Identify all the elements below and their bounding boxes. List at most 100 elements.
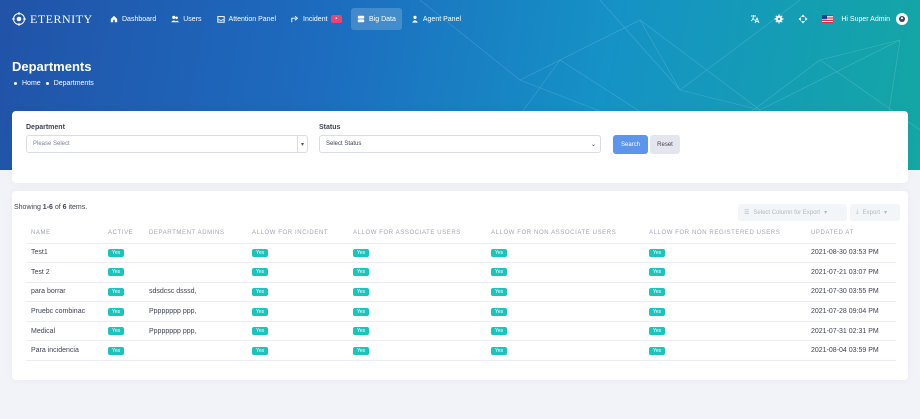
- cell-admins: sdsdcsc dsssd,: [144, 282, 247, 303]
- col-header[interactable]: UPDATED AT: [806, 224, 896, 244]
- status-badge: Yes: [353, 307, 370, 316]
- cell-updated: 2021-07-21 03:07 PM: [806, 262, 896, 283]
- table-row[interactable]: para borrar Yes sdsdcsc dsssd, Yes Yes Y…: [26, 282, 896, 303]
- status-badge: Yes: [108, 307, 125, 316]
- status-badge: Yes: [252, 327, 269, 336]
- cell-admins: Pppppppp ppp,: [144, 301, 247, 322]
- cell-name: Pruebc combinac: [26, 301, 103, 322]
- export-label: Export: [862, 209, 880, 216]
- cell-name: Para incidencia: [26, 340, 103, 362]
- database-icon: [357, 15, 365, 23]
- status-badge: Yes: [649, 268, 666, 277]
- nav-incident[interactable]: Incident ▪: [285, 8, 348, 30]
- status-badge: Yes: [491, 327, 508, 336]
- page-title: Departments: [12, 59, 92, 74]
- nav-big-data-label: Big Data: [369, 15, 396, 23]
- table-row[interactable]: Pruebc combinac Yes Pppppppp ppp, Yes Ye…: [26, 301, 896, 322]
- cell-updated: 2021-08-04 03:59 PM: [806, 340, 896, 362]
- breadcrumb-current: Departments: [53, 80, 94, 87]
- col-header[interactable]: ACTIVE: [103, 224, 144, 244]
- nav-incident-label: Incident: [303, 15, 328, 23]
- status-badge: Yes: [252, 248, 269, 257]
- summary-prefix: Showing: [14, 204, 43, 211]
- status-badge: Yes: [353, 346, 370, 355]
- status-badge: Yes: [491, 307, 508, 316]
- settings-gear-icon[interactable]: [773, 13, 785, 25]
- search-button[interactable]: Search: [613, 135, 648, 154]
- table-row[interactable]: Test 2 Yes Yes Yes Yes Yes 2021-07-21 03…: [26, 262, 896, 283]
- status-badge: Yes: [252, 307, 269, 316]
- breadcrumb-home[interactable]: Home: [22, 80, 41, 87]
- select-columns-button[interactable]: ☰ Select Column for Export ▾: [738, 204, 847, 221]
- select-columns-label: Select Column for Export: [753, 209, 821, 216]
- status-badge: Yes: [108, 268, 125, 277]
- status-badge: Yes: [491, 268, 508, 277]
- brand[interactable]: ETERNITY: [12, 12, 104, 27]
- reset-button[interactable]: Reset: [650, 135, 680, 154]
- table-row[interactable]: Test1 Yes Yes Yes Yes Yes 2021-08-30 03:…: [26, 243, 896, 264]
- status-badge: Yes: [649, 287, 666, 296]
- col-header[interactable]: NAME: [26, 224, 103, 244]
- department-label: Department: [26, 124, 65, 131]
- cell-updated: 2021-08-30 03:53 PM: [806, 243, 896, 264]
- cell-name: Test 2: [26, 262, 103, 283]
- cell-name: Test1: [26, 243, 103, 264]
- table-row[interactable]: Medical Yes Pppppppp ppp, Yes Yes Yes Ye…: [26, 321, 896, 342]
- translate-icon[interactable]: [749, 13, 761, 25]
- user-avatar-icon: [899, 16, 905, 22]
- col-header[interactable]: ALLOW FOR NON ASSOCIATE USERS: [486, 224, 644, 244]
- status-select[interactable]: Select Status ⌄: [319, 135, 601, 153]
- agent-icon: [412, 15, 418, 23]
- col-header[interactable]: ALLOW FOR ASSOCIATE USERS: [348, 224, 486, 244]
- nav-big-data[interactable]: Big Data: [351, 8, 402, 30]
- nav-dashboard[interactable]: Dashboard: [104, 8, 162, 30]
- share-icon: [291, 15, 299, 23]
- department-select[interactable]: Please Select ▾: [26, 135, 308, 153]
- col-header[interactable]: ALLOW FOR INCIDENT: [247, 224, 348, 244]
- incident-badge: ▪: [330, 15, 343, 23]
- user-greeting[interactable]: Hi Super Admin: [841, 16, 890, 23]
- cell-admins: [144, 340, 247, 362]
- nav-attention-panel[interactable]: Attention Panel: [211, 8, 282, 30]
- cell-admins: [144, 243, 247, 264]
- status-badge: Yes: [353, 327, 370, 336]
- nav-dashboard-label: Dashboard: [122, 15, 157, 23]
- status-badge: Yes: [353, 268, 370, 277]
- status-badge: Yes: [252, 287, 269, 296]
- status-label: Status: [319, 124, 341, 131]
- nav-attention-label: Attention Panel: [228, 15, 277, 23]
- chevron-down-icon: ▾: [297, 136, 307, 152]
- status-badge: Yes: [649, 307, 666, 316]
- home-icon: [110, 15, 118, 23]
- departments-table: NAME ACTIVE DEPARTMENT ADMINS ALLOW FOR …: [26, 224, 896, 362]
- col-header[interactable]: ALLOW FOR NON REGISTERED USERS: [644, 224, 806, 244]
- brand-name: ETERNITY: [30, 11, 93, 26]
- table-row[interactable]: Para incidencia Yes Yes Yes Yes Yes 2021…: [26, 340, 896, 362]
- status-badge: Yes: [108, 327, 125, 336]
- nav-agent-panel[interactable]: Agent Panel: [405, 8, 467, 30]
- breadcrumb-bullet: [14, 82, 17, 85]
- summary-range: 1-6: [42, 204, 53, 211]
- users-icon: [171, 15, 180, 23]
- avatar[interactable]: [896, 13, 908, 25]
- us-flag-icon[interactable]: [821, 13, 833, 25]
- summary-mid: of: [52, 204, 63, 211]
- status-badge: Yes: [108, 346, 125, 355]
- status-badge: Yes: [491, 248, 508, 257]
- col-header[interactable]: DEPARTMENT ADMINS: [144, 224, 247, 244]
- breadcrumb-bullet: [45, 82, 49, 85]
- status-badge: Yes: [353, 287, 370, 296]
- status-badge: Yes: [649, 327, 666, 336]
- cell-name: para borrar: [26, 282, 103, 303]
- inbox-icon: [216, 16, 225, 23]
- status-badge: Yes: [491, 346, 508, 355]
- nav-users[interactable]: Users: [165, 8, 207, 30]
- export-button[interactable]: ⤓ Export ▾: [850, 204, 900, 221]
- cell-updated: 2021-07-31 02:31 PM: [806, 321, 896, 342]
- chevron-down-icon: ▾: [824, 210, 828, 216]
- cell-name: Medical: [26, 321, 103, 342]
- summary-suffix: items.: [66, 204, 88, 211]
- department-placeholder: Please Select: [33, 141, 70, 147]
- move-arrows-icon[interactable]: [797, 13, 809, 25]
- cell-admins: [144, 262, 247, 283]
